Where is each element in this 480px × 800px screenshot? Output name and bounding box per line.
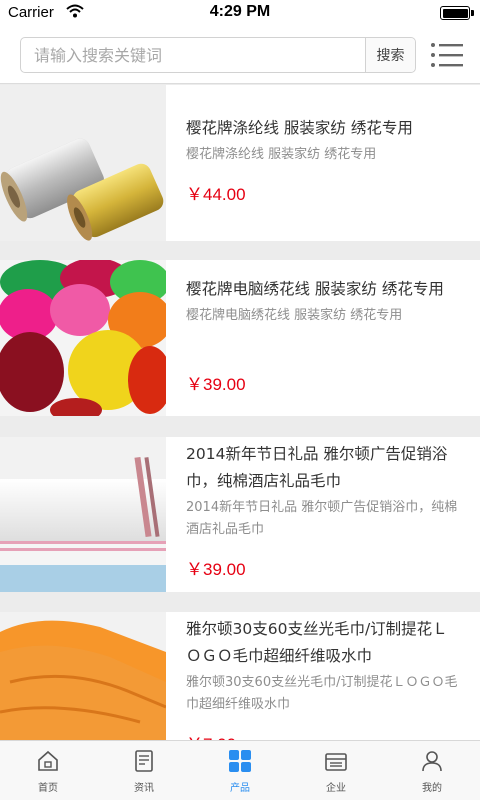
product-image: [0, 612, 166, 742]
search-button[interactable]: 搜索: [365, 38, 415, 72]
product-image: [0, 437, 166, 592]
home-icon: [38, 750, 58, 771]
search-header: 搜索: [0, 26, 480, 84]
product-title: 樱花牌涤纶线 服装家纺 绣花专用: [186, 119, 413, 137]
product-item[interactable]: 2014新年节日礼品 雅尔顿广告促销浴巾，纯棉酒店礼品毛巾 2014新年节日礼品…: [0, 437, 480, 592]
product-price: ￥44.00: [186, 185, 246, 204]
company-icon: [325, 753, 347, 771]
user-icon: [422, 751, 442, 772]
status-bar: Carrier 4:29 PM: [0, 0, 480, 26]
product-price: ￥39.00: [186, 375, 246, 394]
product-title: 雅尔顿30支60支丝光毛巾/订制提花ＬＯＧＯ毛巾超细纤维吸水巾: [186, 620, 448, 665]
tab-label: 我的: [422, 783, 442, 794]
product-desc: 樱花牌涤纶线 服装家纺 绣花专用: [186, 147, 377, 162]
tab-label: 企业: [326, 783, 346, 794]
product-image: [0, 85, 166, 241]
list-menu-icon[interactable]: [430, 41, 464, 69]
clock: 4:29 PM: [209, 3, 271, 20]
product-title: 2014新年节日礼品 雅尔顿广告促销浴巾，纯棉酒店礼品毛巾: [186, 445, 448, 490]
tab-home[interactable]: 首页: [0, 741, 96, 800]
product-price: ￥39.00: [186, 560, 246, 579]
search-input[interactable]: [21, 38, 365, 72]
tab-label: 产品: [230, 783, 250, 794]
product-desc: 樱花牌电脑绣花线 服装家纺 绣花专用: [186, 308, 403, 323]
tab-news[interactable]: 资讯: [96, 741, 192, 800]
search-box: 搜索: [20, 37, 416, 73]
product-image: [0, 260, 166, 416]
product-item[interactable]: 樱花牌涤纶线 服装家纺 绣花专用 樱花牌涤纶线 服装家纺 绣花专用 ￥44.00: [0, 85, 480, 241]
news-icon: [135, 750, 153, 772]
tab-products[interactable]: 产品: [192, 741, 288, 800]
product-item[interactable]: 樱花牌电脑绣花线 服装家纺 绣花专用 樱花牌电脑绣花线 服装家纺 绣花专用 ￥3…: [0, 260, 480, 416]
product-title: 樱花牌电脑绣花线 服装家纺 绣花专用: [186, 280, 444, 298]
product-desc: 雅尔顿30支60支丝光毛巾/订制提花ＬＯＧＯ毛巾超细纤维吸水巾: [186, 675, 458, 712]
tab-company[interactable]: 企业: [288, 741, 384, 800]
tab-label: 资讯: [134, 783, 154, 794]
grid-icon: [229, 750, 251, 772]
tab-mine[interactable]: 我的: [384, 741, 480, 800]
battery-icon: [440, 6, 474, 20]
product-desc: 2014新年节日礼品 雅尔顿广告促销浴巾，纯棉酒店礼品毛巾: [186, 500, 458, 537]
tab-label: 首页: [38, 783, 58, 794]
product-item[interactable]: 雅尔顿30支60支丝光毛巾/订制提花ＬＯＧＯ毛巾超细纤维吸水巾 雅尔顿30支60…: [0, 612, 480, 754]
bottom-tab-bar: 首页 资讯 产品 企业 我的: [0, 740, 480, 800]
